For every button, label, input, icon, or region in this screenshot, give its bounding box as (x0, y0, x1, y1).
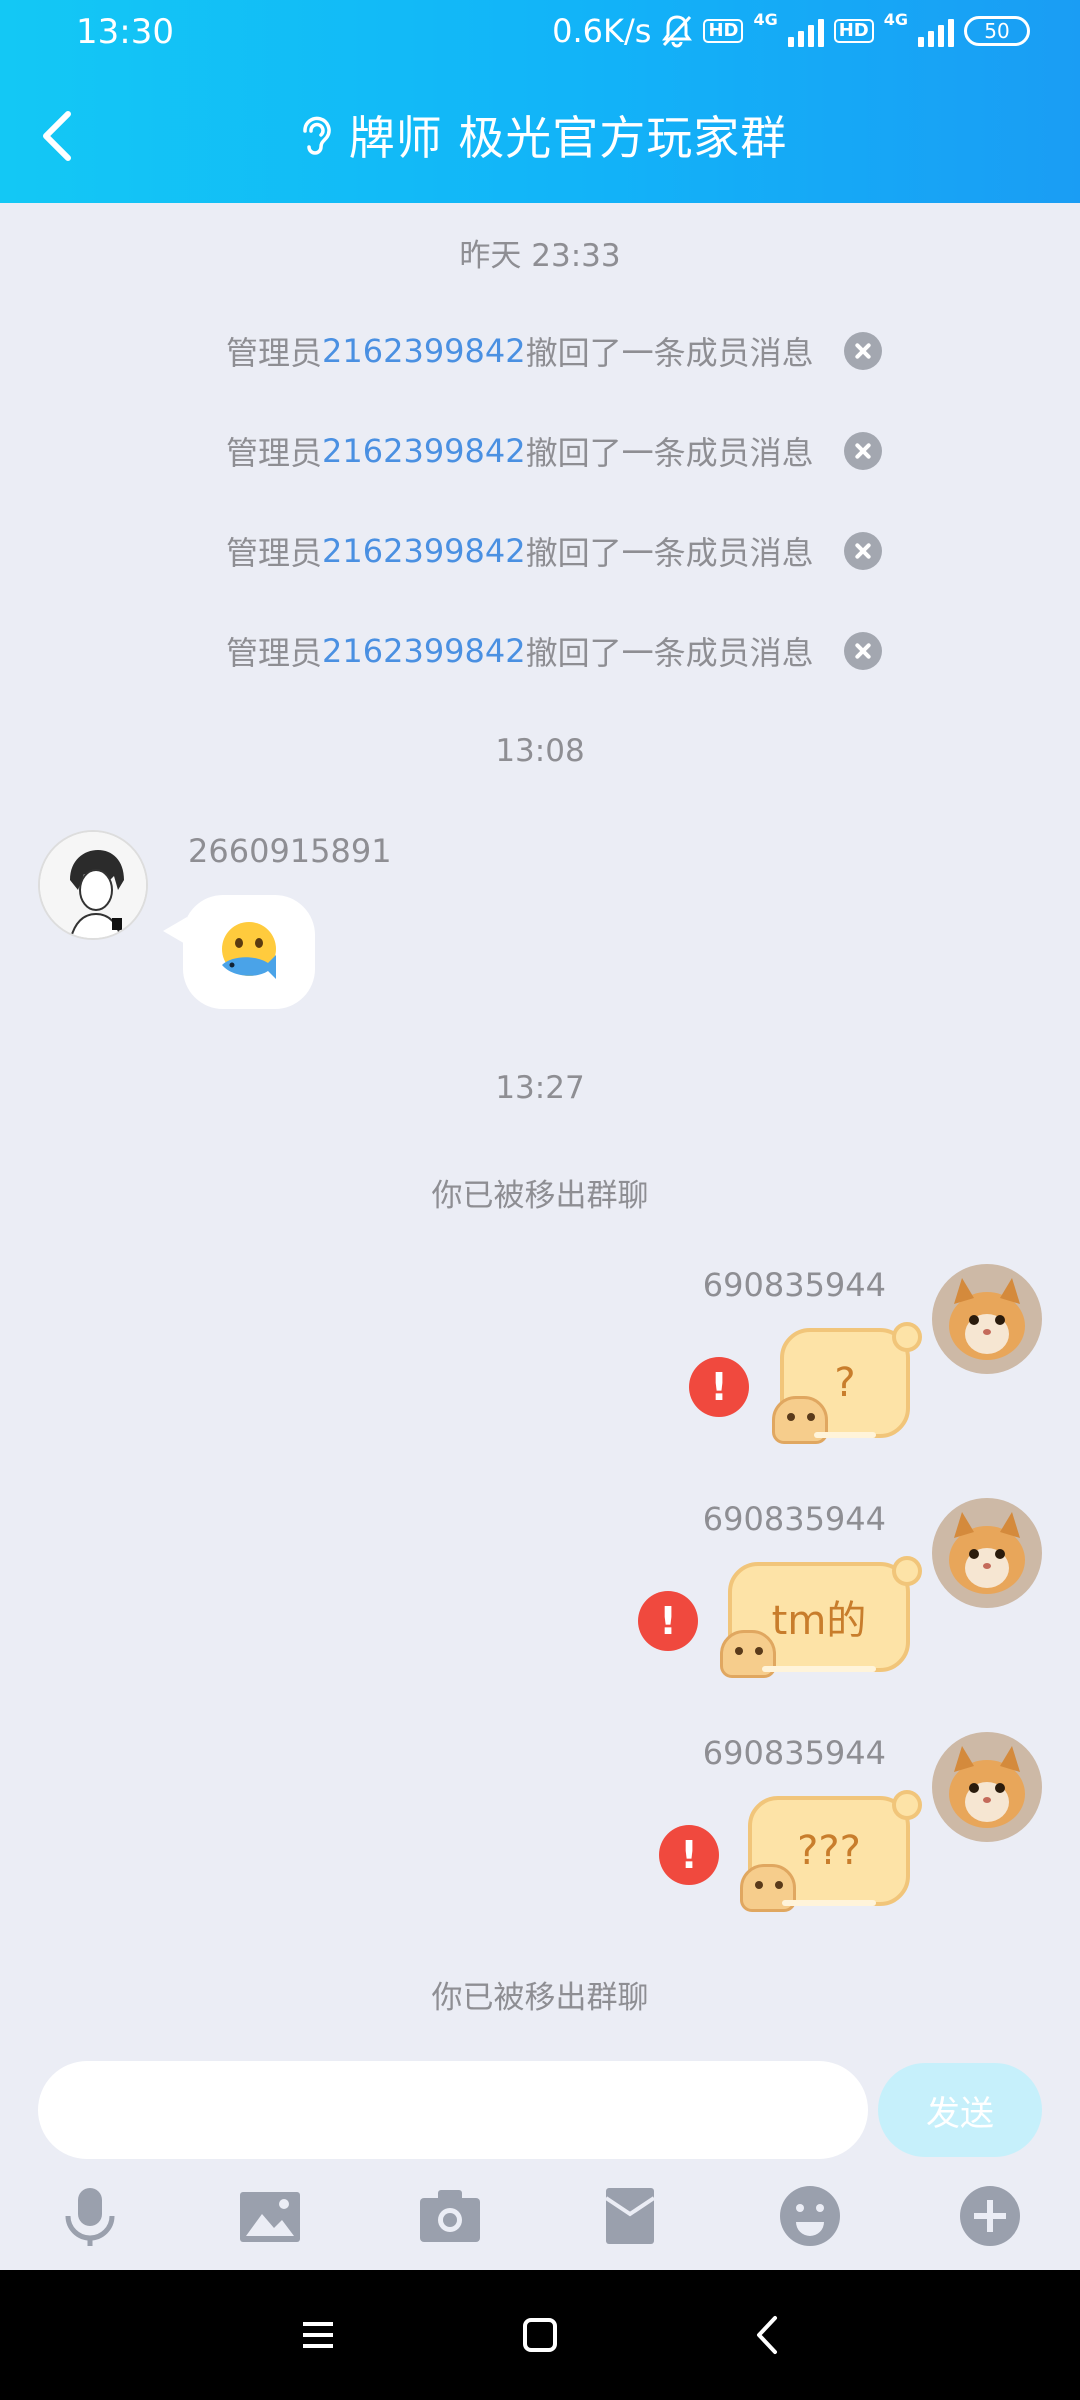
hd-badge: HD (703, 19, 744, 43)
status-indicators: 0.6K/s HD 4G HD 4G 50 (552, 12, 1030, 50)
emoji-icon[interactable] (778, 2184, 842, 2248)
message-bubble[interactable]: ??? (740, 1790, 922, 1912)
send-button[interactable]: 发送 (878, 2063, 1042, 2157)
send-failed-icon[interactable]: ! (638, 1591, 698, 1651)
cat-avatar-icon (932, 1264, 1042, 1374)
sender-name[interactable]: 2660915891 (188, 832, 392, 870)
message-text: tm的 (771, 1598, 867, 1644)
close-icon[interactable] (843, 532, 882, 570)
microphone-icon[interactable] (58, 2184, 122, 2248)
recall-suffix: 撤回了一条成员消息 (525, 434, 814, 472)
timestamp: 13:27 (495, 1070, 585, 1106)
cat-avatar-icon (932, 1498, 1042, 1608)
group-title[interactable]: 牌师 极光官方玩家群 (349, 102, 788, 168)
bubble-base (782, 1900, 876, 1906)
recall-prefix: 管理员 (226, 634, 323, 672)
admin-id-link[interactable]: 2162399842 (322, 432, 526, 470)
recall-notice: 管理员 2162399842 撤回了一条成员消息 (226, 428, 926, 474)
recall-prefix: 管理员 (226, 434, 323, 472)
message-text: ? (834, 1360, 856, 1406)
send-failed-icon[interactable]: ! (659, 1825, 719, 1885)
red-envelope-icon[interactable] (598, 2184, 662, 2248)
admin-id-link[interactable]: 2162399842 (322, 632, 526, 670)
avatar[interactable] (932, 1732, 1042, 1842)
menu-icon[interactable] (293, 2310, 343, 2360)
recall-prefix: 管理员 (226, 534, 323, 572)
recall-notice: 管理员 2162399842 撤回了一条成员消息 (226, 528, 926, 574)
sender-name[interactable]: 690835944 (703, 1266, 886, 1304)
network-speed: 0.6K/s (552, 12, 652, 50)
send-failed-icon[interactable]: ! (689, 1357, 749, 1417)
camera-icon[interactable] (418, 2184, 482, 2248)
timestamp: 13:08 (495, 733, 585, 769)
message-bubble[interactable]: tm的 (720, 1556, 922, 1678)
bubble-base (762, 1666, 876, 1672)
system-notice: 你已被移出群聊 (431, 1980, 649, 2016)
nav-back-icon[interactable] (743, 2310, 793, 2360)
anime-avatar-icon (40, 832, 146, 938)
avatar[interactable] (932, 1498, 1042, 1608)
system-notice: 你已被移出群聊 (431, 1178, 649, 1214)
title-area: 牌师 极光官方玩家群 (0, 102, 1080, 168)
recall-suffix: 撤回了一条成员消息 (525, 534, 814, 572)
admin-id-link[interactable]: 2162399842 (322, 332, 526, 370)
image-icon[interactable] (238, 2184, 302, 2248)
avatar[interactable] (932, 1264, 1042, 1374)
bubble-base (814, 1432, 876, 1438)
recall-suffix: 撤回了一条成员消息 (525, 634, 814, 672)
message-bubble[interactable] (163, 895, 315, 1009)
sender-name[interactable]: 690835944 (703, 1734, 886, 1772)
battery-icon: 50 (964, 16, 1030, 46)
fish-mouth-emoji-icon (222, 922, 276, 979)
earpiece-mode-icon[interactable] (293, 111, 337, 159)
system-nav-bar (0, 2270, 1080, 2400)
close-icon[interactable] (843, 632, 882, 670)
close-icon[interactable] (843, 332, 882, 370)
plus-icon[interactable] (958, 2184, 1022, 2248)
recall-notice: 管理员 2162399842 撤回了一条成员消息 (226, 628, 926, 674)
status-time: 13:30 (76, 12, 174, 52)
recall-notice: 管理员 2162399842 撤回了一条成员消息 (226, 328, 926, 374)
cat-avatar-icon (932, 1732, 1042, 1842)
signal-icon-1 (787, 15, 824, 47)
mute-bell-icon (662, 15, 693, 48)
sender-name[interactable]: 690835944 (703, 1500, 886, 1538)
message-text: ??? (797, 1828, 861, 1874)
hd-badge-2: HD (833, 19, 874, 43)
admin-id-link[interactable]: 2162399842 (322, 532, 526, 570)
chat-header: 13:30 0.6K/s HD 4G HD 4G 50 牌师 极光官方玩家群 (0, 0, 1080, 203)
message-bubble[interactable]: ? (772, 1322, 922, 1444)
network-type-1: 4G (753, 10, 778, 29)
message-input[interactable] (38, 2061, 868, 2159)
signal-icon-2 (918, 15, 954, 47)
network-type-2: 4G (883, 10, 908, 29)
recall-suffix: 撤回了一条成员消息 (525, 334, 814, 372)
home-icon[interactable] (515, 2310, 565, 2360)
timestamp: 昨天 23:33 (459, 238, 621, 274)
avatar[interactable] (38, 830, 148, 940)
close-icon[interactable] (843, 432, 882, 470)
status-bar: 13:30 0.6K/s HD 4G HD 4G 50 (0, 0, 1080, 68)
recall-prefix: 管理员 (226, 334, 323, 372)
